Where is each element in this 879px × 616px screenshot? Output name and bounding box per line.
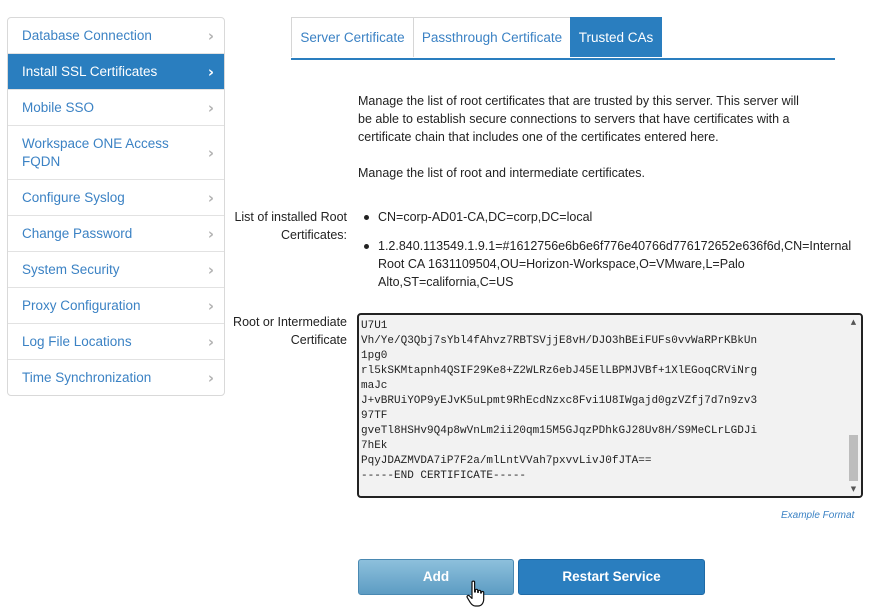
sidebar-item-workspace-one-access-fqdn[interactable]: Workspace ONE Access FQDN › [8,125,224,179]
scroll-down-icon[interactable]: ▼ [846,483,861,495]
hand-cursor-icon [466,580,485,607]
list-item: CN=corp-AD01-CA,DC=corp,DC=local [360,208,875,226]
chevron-right-icon: › [207,188,214,207]
example-format-link[interactable]: Example Format [781,510,854,521]
root-certificate-label: Root or Intermediate Certificate [233,315,347,347]
sidebar-item-install-ssl-certificates[interactable]: Install SSL Certificates › [8,53,224,89]
tab-passthrough-certificate[interactable]: Passthrough Certificate [413,17,571,57]
tab-server-certificate[interactable]: Server Certificate [291,17,414,57]
certificate-tabs: Server Certificate Passthrough Certifica… [291,17,835,60]
chevron-right-icon: › [207,62,214,81]
description-paragraph: Manage the list of root and intermediate… [358,166,645,180]
tab-trusted-cas[interactable]: Trusted CAs [570,17,662,57]
sidebar-item-log-file-locations[interactable]: Log File Locations › [8,323,224,359]
sidebar-item-system-security[interactable]: System Security › [8,251,224,287]
textarea-scrollbar[interactable]: ▲ ▼ [846,315,861,496]
chevron-right-icon: › [207,368,214,387]
chevron-right-icon: › [207,98,214,117]
chevron-right-icon: › [207,224,214,243]
sidebar-item-label: Configure Syslog [22,190,125,205]
scrollbar-thumb[interactable] [849,435,858,481]
sidebar-item-label: System Security [22,262,120,277]
sidebar-item-database-connection[interactable]: Database Connection › [8,18,224,53]
chevron-right-icon: › [207,26,214,45]
sidebar-item-time-synchronization[interactable]: Time Synchronization › [8,359,224,395]
trusted-cas-description: Manage the list of root certificates tha… [358,92,808,182]
sidebar-item-label: Workspace ONE Access FQDN [22,136,169,169]
chevron-right-icon: › [207,260,214,279]
sidebar-item-label: Time Synchronization [22,370,152,385]
sidebar-item-label: Log File Locations [22,334,132,349]
chevron-right-icon: › [207,296,214,315]
installed-certificates-list: CN=corp-AD01-CA,DC=corp,DC=local 1.2.840… [360,208,875,291]
sidebar-item-label: Install SSL Certificates [22,64,158,79]
sidebar-item-configure-syslog[interactable]: Configure Syslog › [8,179,224,215]
sidebar-item-mobile-sso[interactable]: Mobile SSO › [8,89,224,125]
settings-sidebar: Database Connection › Install SSL Certif… [7,17,225,396]
certificate-textarea[interactable]: U7U1 Vh/Ye/Q3Qbj7sYbl4fAhvz7RBTSVjjE8vH/… [357,313,863,498]
sidebar-item-change-password[interactable]: Change Password › [8,215,224,251]
certificate-text[interactable]: U7U1 Vh/Ye/Q3Qbj7sYbl4fAhvz7RBTSVjjE8vH/… [361,319,845,484]
restart-service-button[interactable]: Restart Service [518,559,705,595]
sidebar-item-label: Database Connection [22,28,152,43]
chevron-right-icon: › [207,332,214,351]
description-paragraph: Manage the list of root certificates tha… [358,94,799,144]
installed-root-certificates-label: List of installed Root Certificates: [234,210,347,242]
add-button[interactable]: Add [358,559,514,595]
sidebar-item-proxy-configuration[interactable]: Proxy Configuration › [8,287,224,323]
sidebar-item-label: Mobile SSO [22,100,95,115]
scroll-up-icon[interactable]: ▲ [846,316,861,328]
list-item: 1.2.840.113549.1.9.1=#1612756e6b6e6f776e… [360,237,875,291]
sidebar-item-label: Change Password [22,226,133,241]
chevron-right-icon: › [207,143,214,162]
sidebar-item-label: Proxy Configuration [22,298,141,313]
